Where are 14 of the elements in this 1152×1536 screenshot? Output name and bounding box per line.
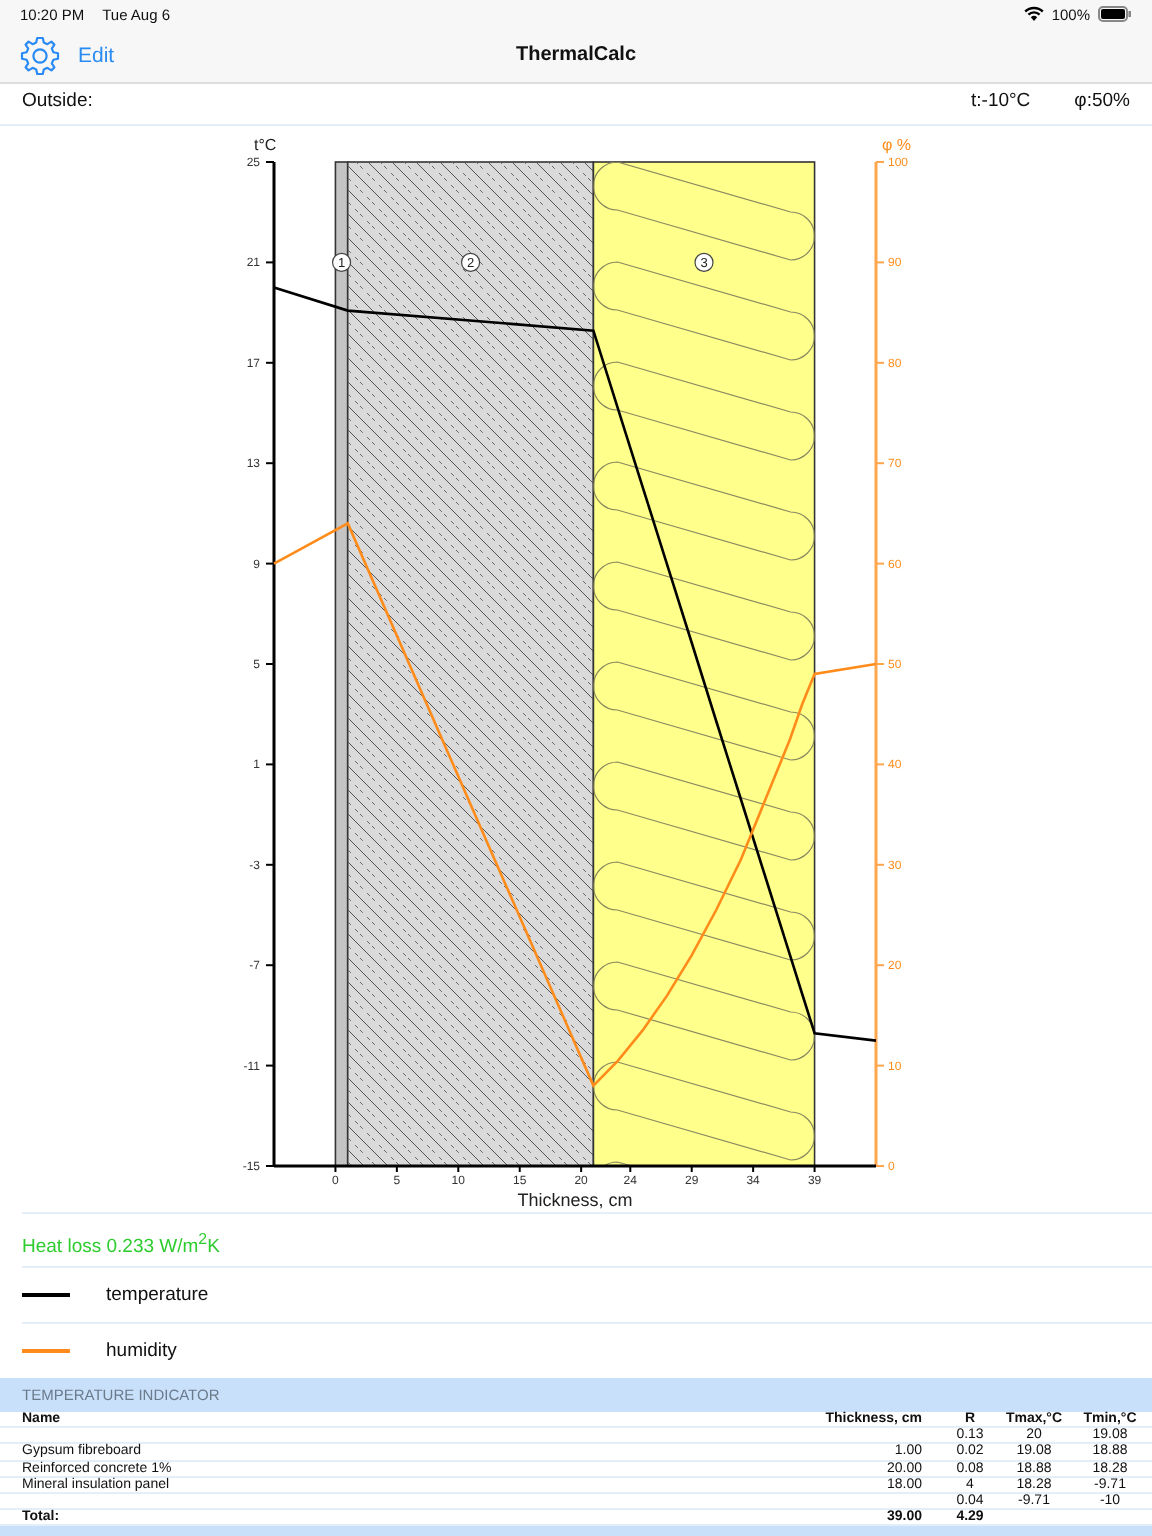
edit-button[interactable]: Edit [78,43,115,67]
outside-humidity: φ:50% [1074,90,1130,112]
settings-icon[interactable] [20,35,60,75]
axis-title: t°C [254,136,277,154]
axis-title: Thickness, cm [517,1190,633,1210]
outside-temperature: t:-10°C [971,90,1031,112]
outside-label: Outside: [22,90,93,112]
axis-title: φ % [882,136,912,154]
legend-label: temperature [106,1284,209,1306]
heat-loss-text: Heat loss 0.233 W/m$^{2}$K [22,1212,1152,1266]
wifi-icon [1023,6,1044,22]
battery-icon [1098,6,1132,22]
legend-label: humidity [106,1340,177,1362]
window-title: ThermalCalc [515,44,637,66]
